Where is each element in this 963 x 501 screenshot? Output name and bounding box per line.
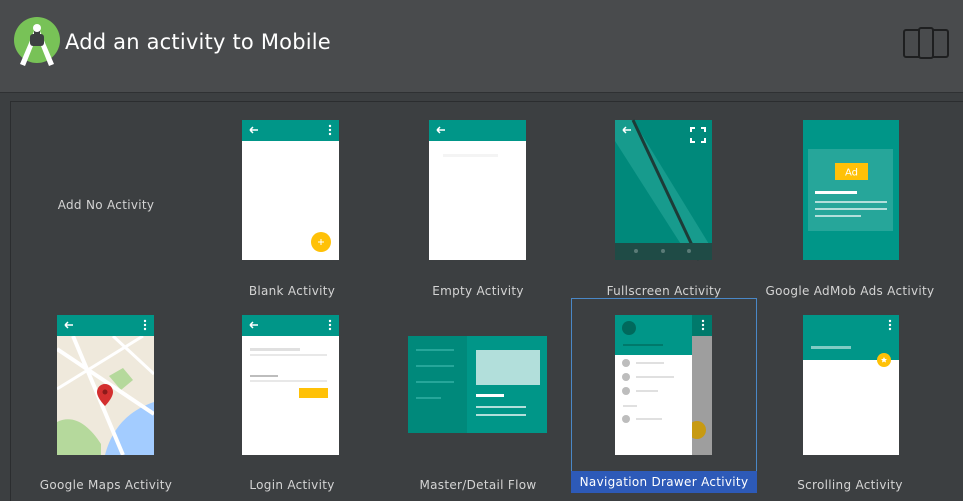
template-label: Navigation Drawer Activity <box>571 471 757 493</box>
activity-gallery: Add No Activity Blank Activity Empty Act… <box>10 101 963 501</box>
empty-activity-thumbnail <box>385 109 571 279</box>
template-label: Google AdMob Ads Activity <box>765 284 935 298</box>
template-master-detail-flow[interactable]: Master/Detail Flow <box>385 304 571 498</box>
template-navigation-drawer-activity[interactable]: Navigation Drawer Activity <box>571 298 757 493</box>
login-activity-thumbnail <box>199 304 385 474</box>
template-label: Scrolling Activity <box>797 478 903 492</box>
navigation-drawer-thumbnail <box>571 304 757 474</box>
template-label: Google Maps Activity <box>39 478 173 492</box>
template-admob-activity[interactable]: Ad Google AdMob Ads Activity <box>757 109 943 303</box>
google-maps-activity-thumbnail <box>13 304 199 474</box>
android-studio-logo-icon <box>14 17 60 66</box>
template-login-activity[interactable]: Login Activity <box>199 304 385 498</box>
template-label: Master/Detail Flow <box>419 478 537 492</box>
blank-activity-thumbnail <box>199 109 385 279</box>
template-blank-activity[interactable]: Blank Activity <box>199 109 385 303</box>
tablet-phone-icon[interactable] <box>903 27 949 59</box>
template-label: Add No Activity <box>57 198 155 212</box>
dialog-header: Add an activity to Mobile <box>0 0 963 93</box>
template-add-no-activity[interactable]: Add No Activity <box>13 109 199 303</box>
dialog-title: Add an activity to Mobile <box>65 30 331 54</box>
template-empty-activity[interactable]: Empty Activity <box>385 109 571 303</box>
admob-activity-thumbnail: Ad <box>757 109 943 279</box>
template-label: Blank Activity <box>248 284 336 298</box>
scrolling-activity-thumbnail <box>757 304 943 474</box>
master-detail-thumbnail <box>385 304 571 474</box>
template-label: Empty Activity <box>432 284 524 298</box>
ad-badge-text: Ad <box>845 168 858 179</box>
template-fullscreen-activity[interactable]: Fullscreen Activity <box>571 109 757 303</box>
template-google-maps-activity[interactable]: Google Maps Activity <box>13 304 199 498</box>
template-scrolling-activity[interactable]: Scrolling Activity <box>757 304 943 498</box>
template-label: Login Activity <box>249 478 335 492</box>
fullscreen-activity-thumbnail <box>571 109 757 279</box>
